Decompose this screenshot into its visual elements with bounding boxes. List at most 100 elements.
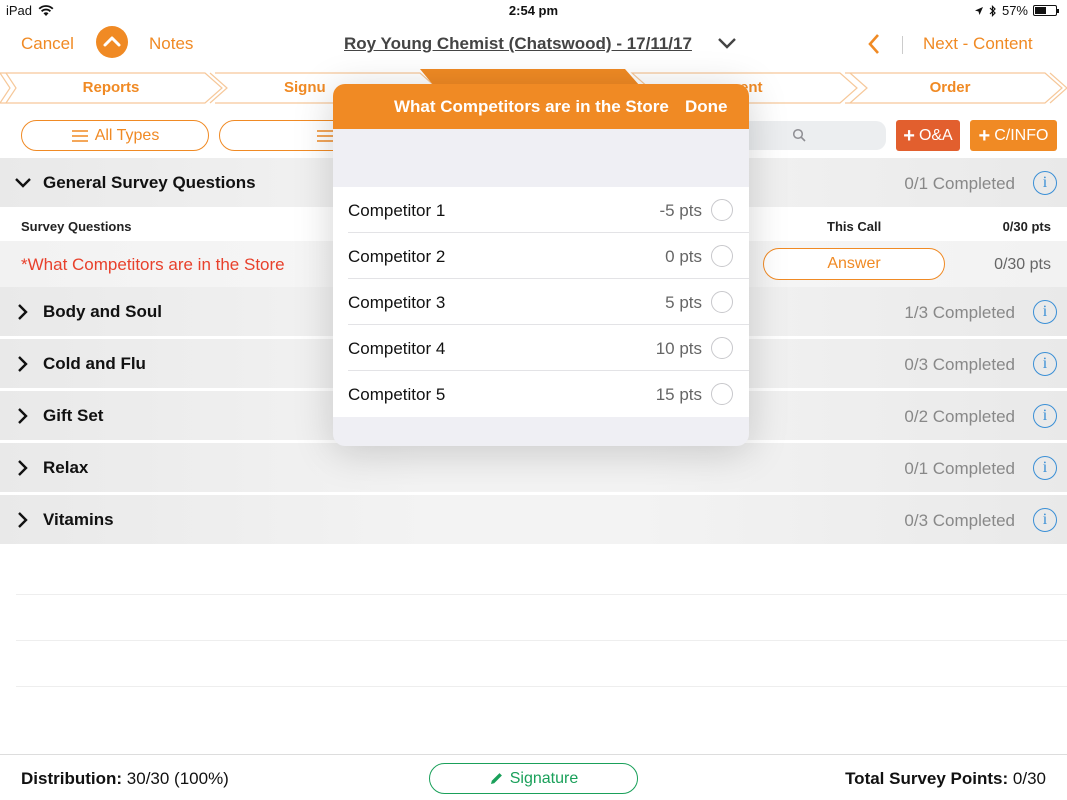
step-signature[interactable]: Signu [284,79,334,96]
info-icon[interactable]: i [1033,404,1057,428]
answer-button[interactable]: Answer [763,248,945,280]
competitor-points: 0 pts [665,247,702,266]
competitor-points: -5 pts [659,201,702,220]
question-text: *What Competitors are in the Store [21,255,285,274]
column-points: 0/30 pts [1002,219,1051,234]
section-completed: 0/1 Completed [904,174,1015,193]
status-time: 2:54 pm [508,3,559,18]
info-icon[interactable]: i [1033,352,1057,376]
section-completed: 0/2 Completed [904,407,1015,426]
section-name: Vitamins [43,510,114,529]
radio-button[interactable] [711,245,733,267]
bottom-summary-bar: Distribution: 30/30 (100%) Signature Tot… [0,754,1067,800]
pencil-icon [490,773,502,784]
empty-row-divider [16,594,1067,595]
total-label: Total Survey Points: [845,769,1009,788]
section-name: Relax [43,458,89,477]
bluetooth-icon [989,4,996,17]
chevron-right-icon [18,512,28,528]
search-input[interactable] [740,121,886,150]
add-cinfo-button[interactable]: + C/INFO [970,120,1057,151]
qa-label: O&A [918,126,953,144]
section-name: Gift Set [43,406,104,425]
info-icon[interactable]: i [1033,508,1057,532]
competitor-option[interactable]: Competitor 4 10 pts [333,325,749,371]
competitor-points: 15 pts [655,385,702,404]
empty-row-divider [16,686,1067,687]
back-chevron-icon[interactable] [866,32,882,56]
distribution-value: 30/30 (100%) [126,769,229,788]
collapse-button[interactable] [96,26,128,58]
list-icon [71,129,88,142]
cinfo-label: C/INFO [994,126,1049,144]
competitor-name: Competitor 4 [348,339,446,358]
next-content-button[interactable]: Next - Content [923,34,1033,54]
competitor-name: Competitor 1 [348,201,446,220]
radio-button[interactable] [711,337,733,359]
radio-button[interactable] [711,383,733,405]
section-name: Body and Soul [43,302,162,321]
competitor-name: Competitor 3 [348,293,446,312]
question-points: 0/30 pts [994,256,1051,273]
signature-label: Signature [509,769,579,787]
competitor-name: Competitor 5 [348,385,446,404]
done-button[interactable]: Done [685,97,728,117]
all-types-label: All Types [94,126,160,144]
radio-button[interactable] [711,291,733,313]
section-completed: 0/3 Completed [904,355,1015,374]
cancel-button[interactable]: Cancel [21,34,74,54]
plus-icon: + [978,124,991,147]
battery-percent: 57% [1001,3,1028,18]
chevron-down-icon[interactable] [716,34,738,52]
popover-title: What Competitors are in the Store [394,97,669,116]
popover-header: What Competitors are in the Store Done [333,84,749,129]
section-row-vitamins[interactable]: Vitamins 0/3 Completed i [0,495,1067,545]
competitors-popover: What Competitors are in the Store Done C… [333,84,749,446]
chevron-right-icon [18,460,28,476]
empty-row-divider [16,640,1067,641]
info-icon[interactable]: i [1033,456,1057,480]
battery-fill [1035,7,1047,14]
status-bar: iPad 2:54 pm 57% [0,0,1067,22]
competitor-name: Competitor 2 [348,247,446,266]
all-types-filter[interactable]: All Types [21,120,209,151]
location-icon [974,6,983,15]
competitor-option[interactable]: Competitor 1 -5 pts [333,187,749,233]
chevron-right-icon [18,408,28,424]
chevron-right-icon [18,356,28,372]
notes-button[interactable]: Notes [149,34,193,54]
chevron-down-icon [15,178,31,188]
nav-separator [902,36,903,54]
add-qa-button[interactable]: + O&A [896,120,960,151]
section-row-relax[interactable]: Relax 0/1 Completed i [0,443,1067,493]
signature-button[interactable]: Signature [429,763,638,794]
section-name: Cold and Flu [43,354,146,373]
radio-button[interactable] [711,199,733,221]
section-completed: 0/3 Completed [904,511,1015,530]
info-icon[interactable]: i [1033,171,1057,195]
competitor-option[interactable]: Competitor 2 0 pts [333,233,749,279]
distribution-summary: Distribution: 30/30 (100%) [21,769,229,789]
chevron-right-icon [18,304,28,320]
info-icon[interactable]: i [1033,300,1057,324]
competitor-option[interactable]: Competitor 5 15 pts [333,371,749,417]
step-reports[interactable]: Reports [40,79,182,96]
column-this-call: This Call [827,219,882,234]
search-icon [792,128,806,142]
competitor-points: 5 pts [665,293,702,312]
total-survey-points: Total Survey Points: 0/30 [845,769,1046,789]
section-name: General Survey Questions [43,173,256,192]
list-icon [317,129,333,142]
total-value: 0/30 [1012,769,1046,788]
secondary-filter[interactable] [219,120,349,151]
competitor-list: Competitor 1 -5 pts Competitor 2 0 pts C… [333,187,749,417]
battery-icon [1033,5,1059,16]
step-order[interactable]: Order [880,79,1020,96]
chevron-up-icon [103,36,121,47]
plus-icon: + [903,124,915,147]
store-title[interactable]: Roy Young Chemist (Chatswood) - 17/11/17 [344,34,692,54]
section-completed: 0/1 Completed [904,459,1015,478]
competitor-points: 10 pts [655,339,702,358]
competitor-option[interactable]: Competitor 3 5 pts [333,279,749,325]
section-completed: 1/3 Completed [904,303,1015,322]
